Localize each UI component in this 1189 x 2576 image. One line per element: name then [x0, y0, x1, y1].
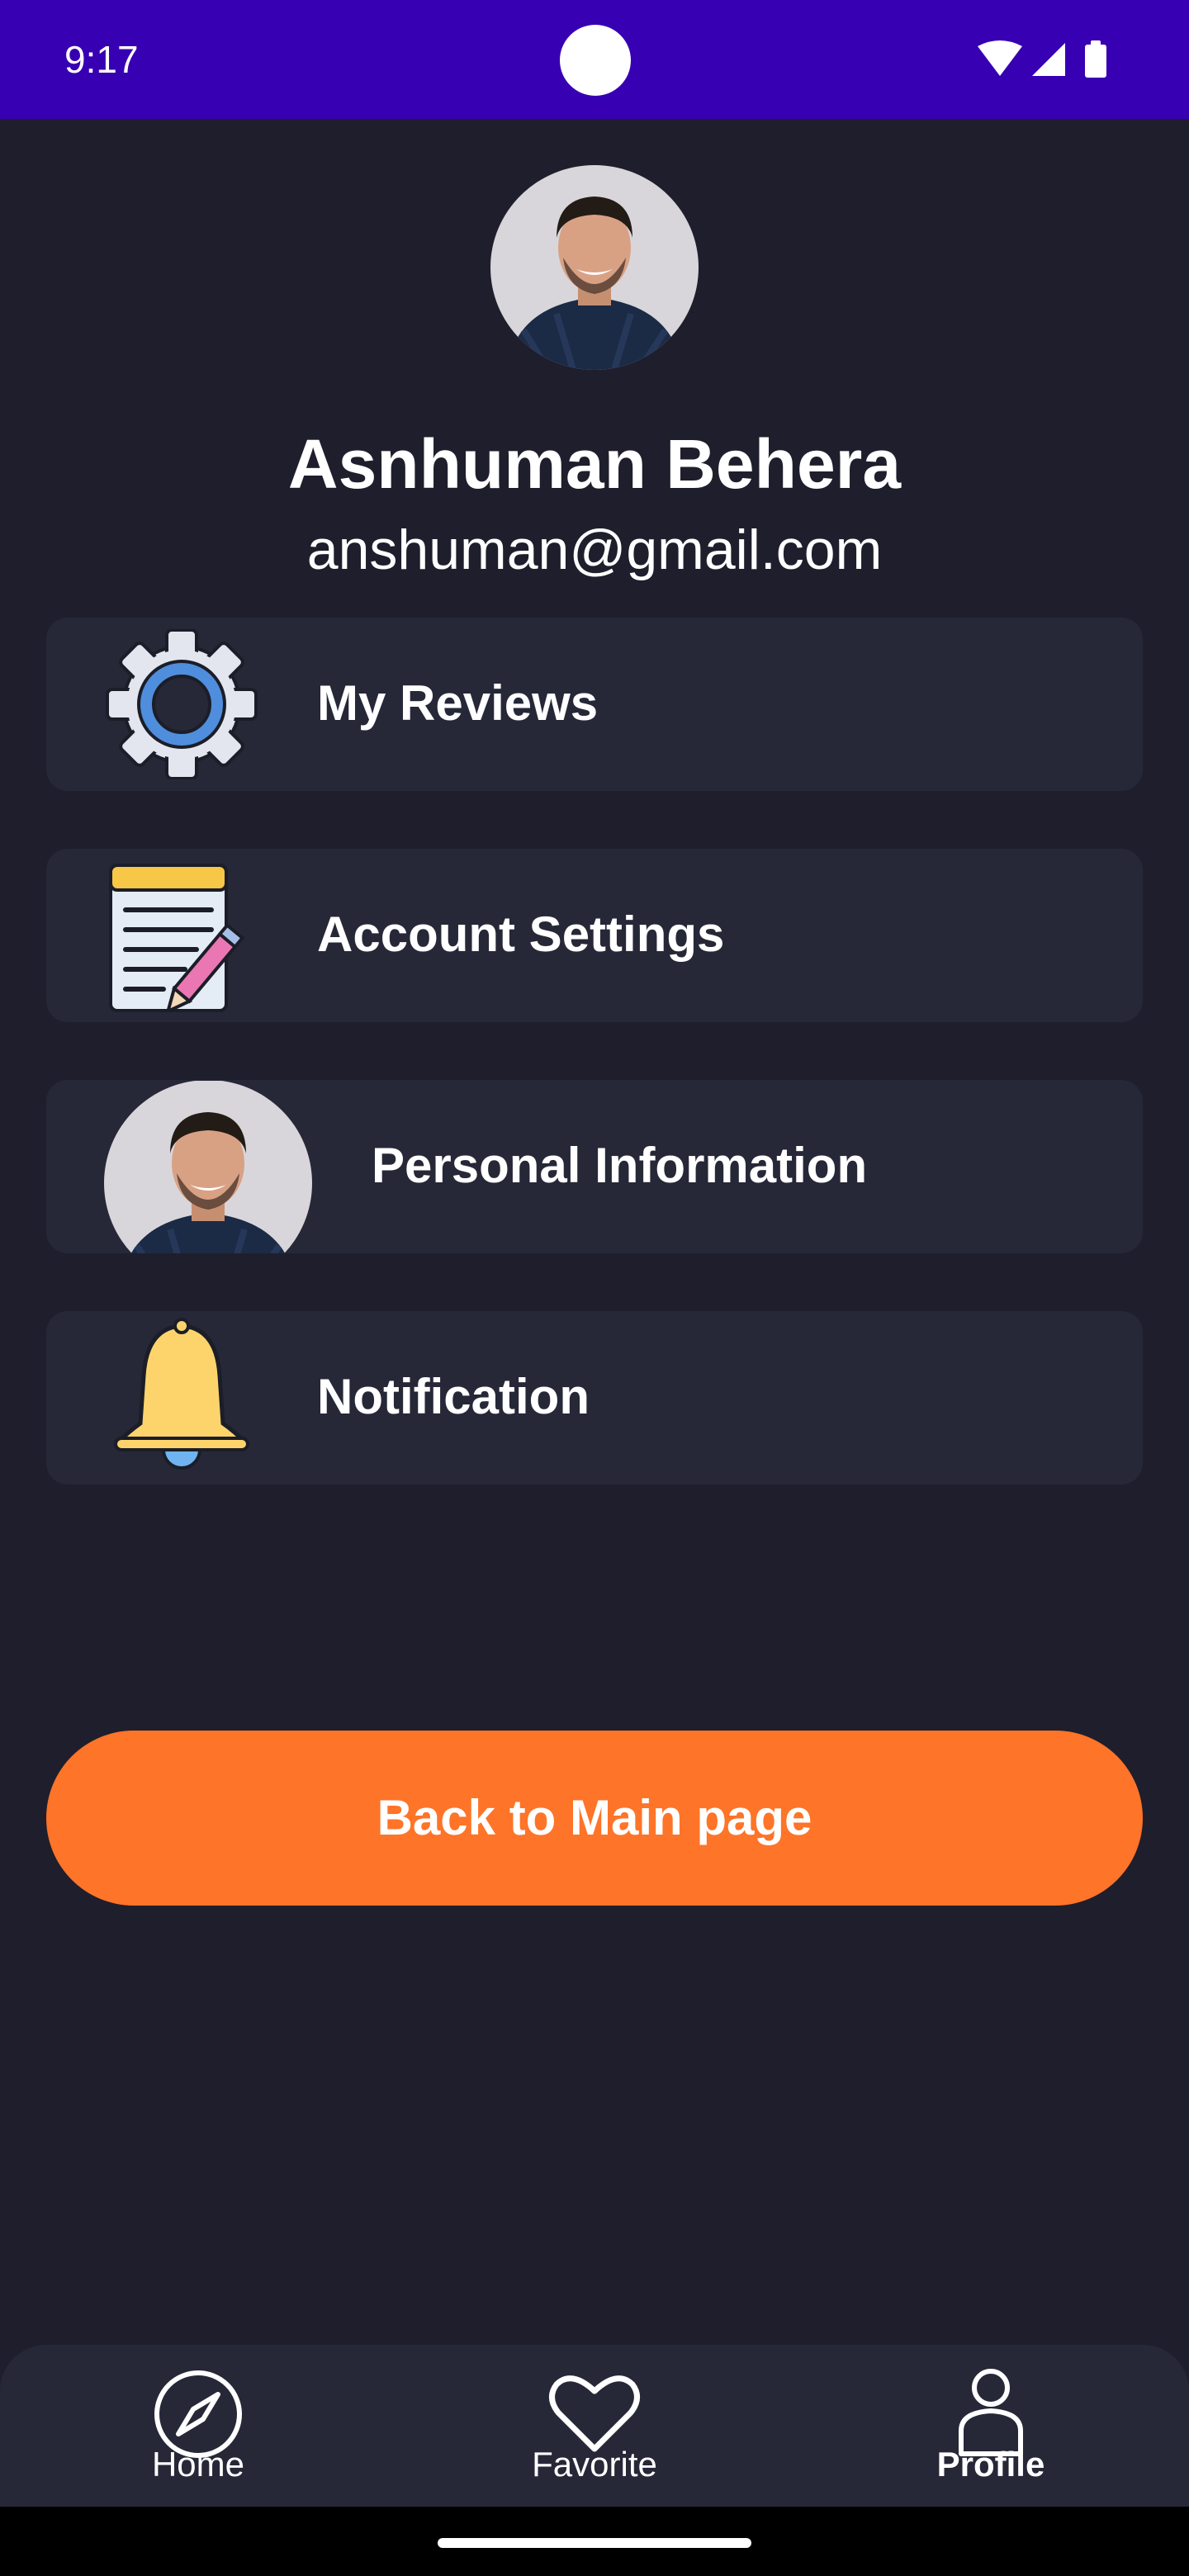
nav-item-home[interactable]: Home	[74, 2345, 322, 2507]
gesture-bar	[0, 2507, 1189, 2576]
gear-icon	[106, 629, 258, 779]
nav-item-favorite[interactable]: Favorite	[471, 2345, 718, 2507]
menu-label: Account Settings	[317, 907, 725, 962]
menu-item-personal-information[interactable]: Personal Information	[46, 1080, 1143, 1253]
nav-label: Favorite	[532, 2445, 657, 2484]
menu-label: Personal Information	[372, 1138, 868, 1193]
wifi-icon	[978, 40, 1022, 76]
nav-label: Home	[151, 2445, 245, 2484]
home-indicator[interactable]	[438, 2538, 751, 2548]
profile-email: anshuman@gmail.com	[306, 519, 883, 581]
menu-label: My Reviews	[317, 675, 599, 731]
status-icons	[978, 40, 1106, 78]
back-to-main-button[interactable]: Back to Main page	[46, 1731, 1143, 1906]
personal-info-avatar	[104, 1080, 312, 1253]
profile-photo	[104, 1081, 312, 1253]
bell-icon	[113, 1318, 250, 1470]
bottom-navigation: Home Favorite Profile	[0, 2345, 1189, 2507]
menu-label: Notification	[317, 1369, 590, 1424]
nav-label: Profile	[936, 2445, 1045, 2484]
signal-icon	[1032, 43, 1065, 76]
nav-item-profile[interactable]: Profile	[867, 2345, 1115, 2507]
menu-item-notification[interactable]: Notification	[46, 1311, 1143, 1485]
status-time: 9:17	[64, 38, 139, 81]
camera-cutout	[560, 25, 631, 96]
profile-photo	[490, 165, 699, 370]
status-bar: 9:17	[0, 0, 1189, 119]
notepad-pencil-icon	[109, 864, 245, 1012]
battery-icon	[1085, 40, 1106, 78]
menu-item-account-settings[interactable]: Account Settings	[46, 849, 1143, 1022]
profile-name: Asnhuman Behera	[287, 425, 902, 503]
profile-avatar[interactable]	[490, 165, 699, 370]
menu-item-my-reviews[interactable]: My Reviews	[46, 618, 1143, 791]
